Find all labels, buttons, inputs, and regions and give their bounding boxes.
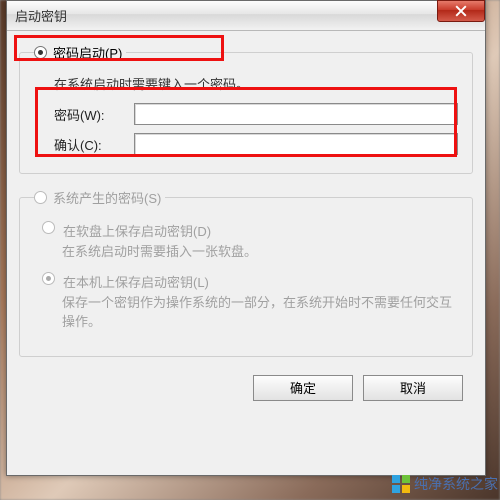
radio-icon [42,221,55,234]
confirm-label: 确认(C): [54,135,134,154]
confirm-input[interactable] [134,133,458,155]
confirm-row: 确认(C): [54,133,458,155]
floppy-description: 在系统启动时需要插入一张软盘。 [62,242,458,262]
cancel-button[interactable]: 取消 [363,375,463,401]
local-label: 在本机上保存启动密钥(L) [63,272,209,291]
radio-system-password[interactable]: 系统产生的密码(S) [34,188,165,207]
radio-icon [42,272,55,285]
radio-icon [34,191,47,204]
radio-floppy: 在软盘上保存启动密钥(D) [42,221,458,240]
close-icon [455,5,467,17]
window-title: 启动密钥 [15,6,67,25]
watermark-text: 纯净系统之家 [414,474,498,494]
group1-description: 在系统启动时需要键入一个密码。 [54,74,458,93]
group-password-start: 密码启动(P) 在系统启动时需要键入一个密码。 密码(W): 确认(C): [19,43,473,174]
radio-local: 在本机上保存启动密钥(L) [42,272,458,291]
radio-icon [34,46,47,59]
client-area: 密码启动(P) 在系统启动时需要键入一个密码。 密码(W): 确认(C): 系统… [7,31,485,409]
watermark: 纯净系统之家 [392,474,498,494]
button-row: 确定 取消 [19,371,473,401]
password-row: 密码(W): [54,103,458,125]
floppy-label: 在软盘上保存启动密钥(D) [63,221,211,240]
group-system-password: 系统产生的密码(S) 在软盘上保存启动密钥(D) 在系统启动时需要插入一张软盘。… [19,188,473,357]
local-description: 保存一个密钥作为操作系统的一部分，在系统开始时不需要任何交互操作。 [62,293,458,332]
titlebar[interactable]: 启动密钥 [7,1,485,31]
close-button[interactable] [437,0,485,22]
group1-legend-text: 密码启动(P) [53,43,122,62]
group2-legend-text: 系统产生的密码(S) [53,188,161,207]
dialog-window: 启动密钥 密码启动(P) 在系统启动时需要键入一个密码。 密码(W): 确认(C… [6,0,486,476]
ok-button[interactable]: 确定 [253,375,353,401]
password-input[interactable] [134,103,458,125]
password-label: 密码(W): [54,105,134,124]
radio-password-start[interactable]: 密码启动(P) [34,43,126,62]
watermark-logo-icon [392,475,410,493]
